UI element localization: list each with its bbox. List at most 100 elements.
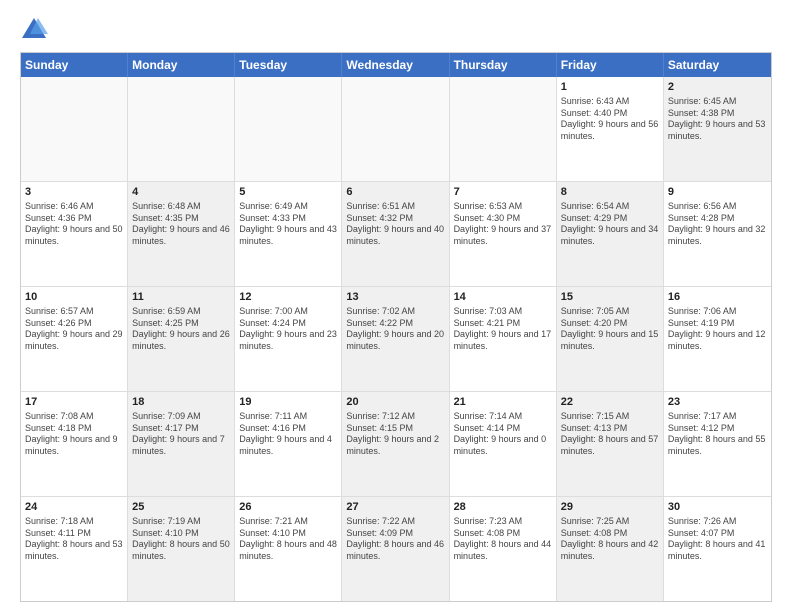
calendar-header: SundayMondayTuesdayWednesdayThursdayFrid… bbox=[21, 53, 771, 77]
day-number: 24 bbox=[25, 500, 123, 515]
page: SundayMondayTuesdayWednesdayThursdayFrid… bbox=[0, 0, 792, 612]
cal-cell: 11Sunrise: 6:59 AM Sunset: 4:25 PM Dayli… bbox=[128, 287, 235, 391]
cal-cell bbox=[235, 77, 342, 181]
cell-info: Sunrise: 6:46 AM Sunset: 4:36 PM Dayligh… bbox=[25, 201, 123, 248]
cal-cell: 30Sunrise: 7:26 AM Sunset: 4:07 PM Dayli… bbox=[664, 497, 771, 601]
cell-info: Sunrise: 6:54 AM Sunset: 4:29 PM Dayligh… bbox=[561, 201, 659, 248]
day-number: 12 bbox=[239, 290, 337, 305]
day-number: 18 bbox=[132, 395, 230, 410]
cal-cell: 28Sunrise: 7:23 AM Sunset: 4:08 PM Dayli… bbox=[450, 497, 557, 601]
cell-info: Sunrise: 7:11 AM Sunset: 4:16 PM Dayligh… bbox=[239, 411, 337, 458]
cal-cell: 4Sunrise: 6:48 AM Sunset: 4:35 PM Daylig… bbox=[128, 182, 235, 286]
header-cell-sunday: Sunday bbox=[21, 53, 128, 77]
cal-cell bbox=[128, 77, 235, 181]
day-number: 7 bbox=[454, 185, 552, 200]
cal-cell: 6Sunrise: 6:51 AM Sunset: 4:32 PM Daylig… bbox=[342, 182, 449, 286]
cal-cell: 17Sunrise: 7:08 AM Sunset: 4:18 PM Dayli… bbox=[21, 392, 128, 496]
header-cell-friday: Friday bbox=[557, 53, 664, 77]
cal-cell: 3Sunrise: 6:46 AM Sunset: 4:36 PM Daylig… bbox=[21, 182, 128, 286]
header-cell-wednesday: Wednesday bbox=[342, 53, 449, 77]
day-number: 15 bbox=[561, 290, 659, 305]
cal-cell: 9Sunrise: 6:56 AM Sunset: 4:28 PM Daylig… bbox=[664, 182, 771, 286]
cell-info: Sunrise: 6:53 AM Sunset: 4:30 PM Dayligh… bbox=[454, 201, 552, 248]
cal-row-4: 24Sunrise: 7:18 AM Sunset: 4:11 PM Dayli… bbox=[21, 497, 771, 601]
cell-info: Sunrise: 7:23 AM Sunset: 4:08 PM Dayligh… bbox=[454, 516, 552, 563]
cal-row-2: 10Sunrise: 6:57 AM Sunset: 4:26 PM Dayli… bbox=[21, 287, 771, 392]
cell-info: Sunrise: 6:56 AM Sunset: 4:28 PM Dayligh… bbox=[668, 201, 767, 248]
day-number: 17 bbox=[25, 395, 123, 410]
day-number: 14 bbox=[454, 290, 552, 305]
cal-cell: 13Sunrise: 7:02 AM Sunset: 4:22 PM Dayli… bbox=[342, 287, 449, 391]
day-number: 21 bbox=[454, 395, 552, 410]
cell-info: Sunrise: 6:48 AM Sunset: 4:35 PM Dayligh… bbox=[132, 201, 230, 248]
cell-info: Sunrise: 7:02 AM Sunset: 4:22 PM Dayligh… bbox=[346, 306, 444, 353]
day-number: 22 bbox=[561, 395, 659, 410]
logo-icon bbox=[20, 16, 48, 44]
header bbox=[20, 16, 772, 44]
header-cell-thursday: Thursday bbox=[450, 53, 557, 77]
cell-info: Sunrise: 7:21 AM Sunset: 4:10 PM Dayligh… bbox=[239, 516, 337, 563]
day-number: 23 bbox=[668, 395, 767, 410]
header-cell-tuesday: Tuesday bbox=[235, 53, 342, 77]
day-number: 5 bbox=[239, 185, 337, 200]
cal-cell: 22Sunrise: 7:15 AM Sunset: 4:13 PM Dayli… bbox=[557, 392, 664, 496]
cell-info: Sunrise: 7:26 AM Sunset: 4:07 PM Dayligh… bbox=[668, 516, 767, 563]
day-number: 25 bbox=[132, 500, 230, 515]
cal-cell: 12Sunrise: 7:00 AM Sunset: 4:24 PM Dayli… bbox=[235, 287, 342, 391]
cell-info: Sunrise: 7:19 AM Sunset: 4:10 PM Dayligh… bbox=[132, 516, 230, 563]
cell-info: Sunrise: 7:15 AM Sunset: 4:13 PM Dayligh… bbox=[561, 411, 659, 458]
calendar: SundayMondayTuesdayWednesdayThursdayFrid… bbox=[20, 52, 772, 602]
cal-cell: 1Sunrise: 6:43 AM Sunset: 4:40 PM Daylig… bbox=[557, 77, 664, 181]
cal-cell bbox=[21, 77, 128, 181]
cal-cell: 8Sunrise: 6:54 AM Sunset: 4:29 PM Daylig… bbox=[557, 182, 664, 286]
day-number: 19 bbox=[239, 395, 337, 410]
cal-row-3: 17Sunrise: 7:08 AM Sunset: 4:18 PM Dayli… bbox=[21, 392, 771, 497]
day-number: 8 bbox=[561, 185, 659, 200]
cal-cell: 26Sunrise: 7:21 AM Sunset: 4:10 PM Dayli… bbox=[235, 497, 342, 601]
cell-info: Sunrise: 7:05 AM Sunset: 4:20 PM Dayligh… bbox=[561, 306, 659, 353]
cell-info: Sunrise: 6:57 AM Sunset: 4:26 PM Dayligh… bbox=[25, 306, 123, 353]
cal-cell: 5Sunrise: 6:49 AM Sunset: 4:33 PM Daylig… bbox=[235, 182, 342, 286]
day-number: 20 bbox=[346, 395, 444, 410]
cal-cell bbox=[342, 77, 449, 181]
cal-cell: 16Sunrise: 7:06 AM Sunset: 4:19 PM Dayli… bbox=[664, 287, 771, 391]
cal-cell: 24Sunrise: 7:18 AM Sunset: 4:11 PM Dayli… bbox=[21, 497, 128, 601]
cell-info: Sunrise: 7:03 AM Sunset: 4:21 PM Dayligh… bbox=[454, 306, 552, 353]
cell-info: Sunrise: 6:43 AM Sunset: 4:40 PM Dayligh… bbox=[561, 96, 659, 143]
cell-info: Sunrise: 7:09 AM Sunset: 4:17 PM Dayligh… bbox=[132, 411, 230, 458]
day-number: 13 bbox=[346, 290, 444, 305]
cal-cell: 29Sunrise: 7:25 AM Sunset: 4:08 PM Dayli… bbox=[557, 497, 664, 601]
cell-info: Sunrise: 7:25 AM Sunset: 4:08 PM Dayligh… bbox=[561, 516, 659, 563]
day-number: 26 bbox=[239, 500, 337, 515]
cell-info: Sunrise: 7:08 AM Sunset: 4:18 PM Dayligh… bbox=[25, 411, 123, 458]
cell-info: Sunrise: 7:22 AM Sunset: 4:09 PM Dayligh… bbox=[346, 516, 444, 563]
cal-cell: 7Sunrise: 6:53 AM Sunset: 4:30 PM Daylig… bbox=[450, 182, 557, 286]
cal-cell: 21Sunrise: 7:14 AM Sunset: 4:14 PM Dayli… bbox=[450, 392, 557, 496]
cell-info: Sunrise: 6:49 AM Sunset: 4:33 PM Dayligh… bbox=[239, 201, 337, 248]
logo bbox=[20, 16, 52, 44]
cell-info: Sunrise: 7:06 AM Sunset: 4:19 PM Dayligh… bbox=[668, 306, 767, 353]
cal-cell: 14Sunrise: 7:03 AM Sunset: 4:21 PM Dayli… bbox=[450, 287, 557, 391]
header-cell-saturday: Saturday bbox=[664, 53, 771, 77]
cell-info: Sunrise: 6:45 AM Sunset: 4:38 PM Dayligh… bbox=[668, 96, 767, 143]
day-number: 27 bbox=[346, 500, 444, 515]
cell-info: Sunrise: 7:12 AM Sunset: 4:15 PM Dayligh… bbox=[346, 411, 444, 458]
calendar-body: 1Sunrise: 6:43 AM Sunset: 4:40 PM Daylig… bbox=[21, 77, 771, 601]
day-number: 10 bbox=[25, 290, 123, 305]
cal-cell: 23Sunrise: 7:17 AM Sunset: 4:12 PM Dayli… bbox=[664, 392, 771, 496]
day-number: 28 bbox=[454, 500, 552, 515]
cal-cell: 20Sunrise: 7:12 AM Sunset: 4:15 PM Dayli… bbox=[342, 392, 449, 496]
cell-info: Sunrise: 6:59 AM Sunset: 4:25 PM Dayligh… bbox=[132, 306, 230, 353]
cal-cell: 10Sunrise: 6:57 AM Sunset: 4:26 PM Dayli… bbox=[21, 287, 128, 391]
cal-cell: 19Sunrise: 7:11 AM Sunset: 4:16 PM Dayli… bbox=[235, 392, 342, 496]
day-number: 9 bbox=[668, 185, 767, 200]
header-cell-monday: Monday bbox=[128, 53, 235, 77]
day-number: 3 bbox=[25, 185, 123, 200]
cal-cell: 15Sunrise: 7:05 AM Sunset: 4:20 PM Dayli… bbox=[557, 287, 664, 391]
cal-cell: 18Sunrise: 7:09 AM Sunset: 4:17 PM Dayli… bbox=[128, 392, 235, 496]
day-number: 2 bbox=[668, 80, 767, 95]
day-number: 4 bbox=[132, 185, 230, 200]
cal-row-0: 1Sunrise: 6:43 AM Sunset: 4:40 PM Daylig… bbox=[21, 77, 771, 182]
cell-info: Sunrise: 7:18 AM Sunset: 4:11 PM Dayligh… bbox=[25, 516, 123, 563]
day-number: 29 bbox=[561, 500, 659, 515]
